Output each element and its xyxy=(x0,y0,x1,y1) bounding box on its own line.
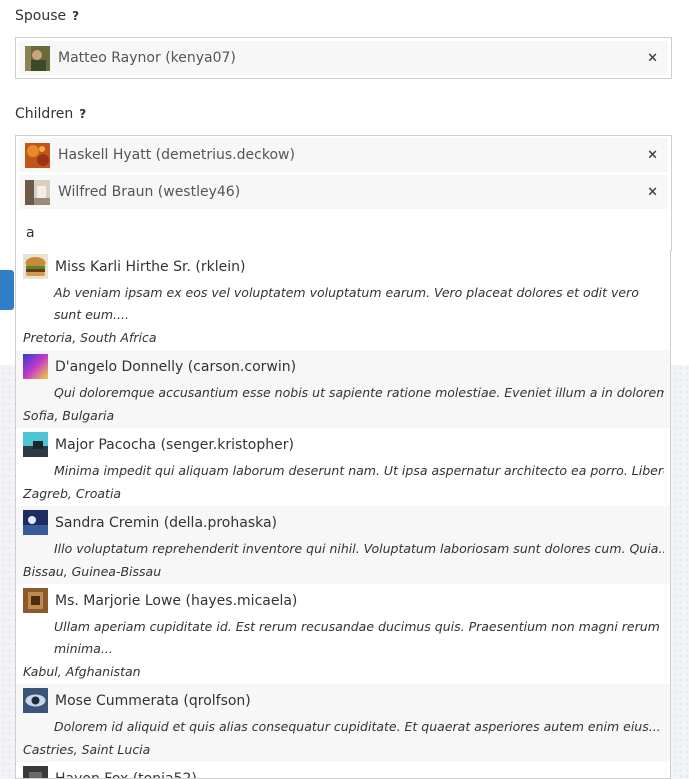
result-item[interactable]: Major Pacocha (senger.kristopher) Minima… xyxy=(16,428,670,506)
room-avatar xyxy=(25,179,50,205)
result-item[interactable]: Mose Cummerata (qrolfson) Dolorem id ali… xyxy=(16,684,670,762)
autumn-leaves-avatar xyxy=(25,142,50,168)
night-avatar xyxy=(23,510,48,535)
result-item[interactable]: Hayon Fox (tonia52) xyxy=(16,762,670,779)
children-label-text: Children xyxy=(15,106,74,122)
children-selected-tag: Wilfred Braun (westley46) × xyxy=(19,175,668,209)
submit-button-edge[interactable] xyxy=(0,270,14,310)
children-select[interactable]: Haskell Hyatt (demetrius.deckow) × Wilfr… xyxy=(15,135,672,251)
result-item[interactable]: D'angelo Donnelly (carson.corwin) Qui do… xyxy=(16,350,670,428)
result-item[interactable]: Sandra Cremin (della.prohaska) Illo volu… xyxy=(16,506,670,584)
brown-avatar xyxy=(23,588,48,613)
remove-child-button[interactable]: × xyxy=(647,148,658,163)
burger-avatar xyxy=(23,254,48,279)
children-help-icon[interactable]: ? xyxy=(79,107,86,121)
result-name: D'angelo Donnelly (carson.corwin) xyxy=(55,358,297,375)
result-description: Dolorem id aliquid et quis alias consequ… xyxy=(54,719,661,734)
children-search-input[interactable] xyxy=(26,222,661,244)
result-location: Zagreb, Croatia xyxy=(23,486,122,501)
result-description: Ab veniam ipsam ex eos vel voluptatem vo… xyxy=(54,285,639,322)
result-description: Ullam aperiam cupiditate id. Est rerum r… xyxy=(54,619,660,656)
remove-child-button[interactable]: × xyxy=(647,185,658,200)
spouse-selected-name: Matteo Raynor (kenya07) xyxy=(58,50,236,66)
result-description: Illo voluptatum reprehenderit inventore … xyxy=(54,541,664,556)
result-name: Sandra Cremin (della.prohaska) xyxy=(55,514,278,531)
result-name: Miss Karli Hirthe Sr. (rklein) xyxy=(55,258,246,275)
remove-spouse-button[interactable]: × xyxy=(647,51,658,66)
eye-avatar xyxy=(23,688,48,713)
dark-avatar xyxy=(23,766,48,778)
result-description: Minima impedit qui aliquam laborum deser… xyxy=(54,463,664,478)
child-selected-name: Wilfred Braun (westley46) xyxy=(58,184,241,200)
result-name: Ms. Marjorie Lowe (hayes.micaela) xyxy=(55,592,298,609)
children-selected-tag: Haskell Hyatt (demetrius.deckow) × xyxy=(19,138,668,172)
person-avatar xyxy=(25,45,50,71)
result-description: Qui doloremque accusantium esse nobis ut… xyxy=(54,385,664,400)
spouse-selected-tag: Matteo Raynor (kenya07) × xyxy=(19,41,668,75)
result-location: Bissau, Guinea-Bissau xyxy=(23,564,162,579)
result-location: Pretoria, South Africa xyxy=(23,330,157,345)
autocomplete-dropdown[interactable]: Miss Karli Hirthe Sr. (rklein) Ab veniam… xyxy=(15,250,671,779)
children-label: Children? xyxy=(15,106,86,122)
result-item[interactable]: Ms. Marjorie Lowe (hayes.micaela) Ullam … xyxy=(16,584,670,684)
result-location: Castries, Saint Lucia xyxy=(23,742,151,757)
spouse-label-text: Spouse xyxy=(15,8,67,24)
spouse-select[interactable]: Matteo Raynor (kenya07) × xyxy=(15,37,672,79)
spouse-help-icon[interactable]: ? xyxy=(72,9,79,23)
result-name: Major Pacocha (senger.kristopher) xyxy=(55,436,294,453)
gradient-avatar xyxy=(23,354,48,379)
child-selected-name: Haskell Hyatt (demetrius.deckow) xyxy=(58,147,295,163)
result-item[interactable]: Miss Karli Hirthe Sr. (rklein) Ab veniam… xyxy=(16,250,670,350)
spouse-label: Spouse? xyxy=(15,8,79,24)
result-location: Sofia, Bulgaria xyxy=(23,408,115,423)
landscape-avatar xyxy=(23,432,48,457)
result-name: Mose Cummerata (qrolfson) xyxy=(55,692,251,709)
result-name: Hayon Fox (tonia52) xyxy=(55,770,197,779)
result-location: Kabul, Afghanistan xyxy=(23,664,141,679)
